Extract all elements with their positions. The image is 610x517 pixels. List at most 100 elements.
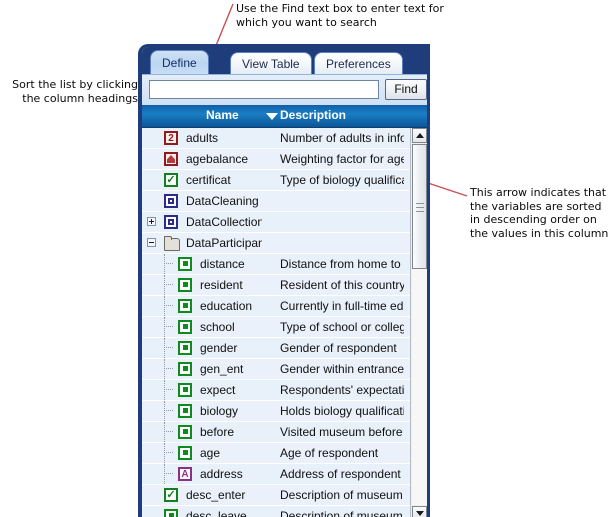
scale-icon-glyph — [167, 155, 175, 163]
tree-connector-icon — [164, 284, 173, 285]
nominal-icon — [178, 341, 192, 355]
chevron-up-icon — [416, 133, 424, 138]
nominal-icon — [178, 383, 192, 397]
table-row[interactable]: gender Gender of respondent — [142, 338, 410, 359]
scroll-down-button[interactable] — [412, 506, 427, 517]
table-row[interactable]: biology Holds biology qualification — [142, 401, 410, 422]
tab-preferences[interactable]: Preferences — [314, 52, 403, 74]
scrollbar-track[interactable] — [412, 144, 427, 505]
nominal-icon-glyph — [182, 282, 188, 287]
variable-description: Resident of this country — [280, 278, 404, 292]
variable-description: Description of museum - r — [280, 509, 404, 517]
table-row[interactable]: school Type of school or college — [142, 317, 410, 338]
scroll-up-button[interactable] — [412, 128, 427, 143]
find-button[interactable]: Find — [385, 79, 427, 100]
sort-descending-arrow-icon[interactable] — [266, 113, 278, 120]
variable-description: Currently in full-time educa — [280, 299, 404, 313]
module-icon — [164, 194, 178, 208]
variable-name: agebalance — [186, 152, 249, 166]
find-bar: Find — [142, 74, 427, 105]
variable-name: education — [200, 299, 253, 313]
find-input[interactable] — [149, 80, 379, 99]
variable-name: gen_ent — [200, 362, 244, 376]
table-row[interactable]: desc_leave Description of museum - r — [142, 506, 410, 517]
nominal-icon-glyph — [182, 408, 188, 413]
variable-name: expect — [200, 383, 236, 397]
variable-description: Type of biology qualificatio — [280, 173, 404, 187]
tab-strip: Define View Table Preferences — [142, 47, 427, 74]
table-row[interactable]: agebalance Weighting factor for age b — [142, 149, 410, 170]
nominal-icon-glyph — [182, 324, 188, 329]
variable-description: Description of museum - r — [280, 488, 404, 502]
variable-description: Distance from home to mu — [280, 257, 404, 271]
tree-connector-icon — [164, 305, 173, 306]
variable-name: address — [200, 467, 243, 481]
nominal-icon — [178, 425, 192, 439]
variable-description: Age of respondent — [280, 446, 379, 460]
checkbox-icon: ✓ — [164, 173, 178, 187]
column-header-name[interactable]: Name — [206, 108, 239, 122]
tree-connector-icon — [164, 410, 173, 411]
table-row[interactable]: DataCleaning — [142, 191, 410, 212]
annotation-find-hint: Use the Find text box to enter text for … — [236, 2, 444, 29]
table-row[interactable]: ✓ certificat Type of biology qualificatio — [142, 170, 410, 191]
tree-connector-icon — [164, 464, 165, 484]
string-icon: A — [178, 467, 192, 481]
nominal-icon-glyph — [182, 303, 188, 308]
tree-connector-icon — [164, 338, 165, 358]
nominal-icon — [178, 446, 192, 460]
table-row[interactable]: 2 adults Number of adults in inform — [142, 128, 410, 149]
scrollbar-thumb[interactable] — [412, 144, 427, 269]
variable-name: age — [200, 446, 221, 460]
tree-connector-icon — [164, 380, 165, 400]
collapse-node-icon[interactable] — [147, 238, 156, 247]
annotation-sort-arrow-hint: This arrow indicates that the variables … — [470, 186, 609, 240]
module-icon-glyph — [168, 198, 174, 204]
tree-connector-icon — [164, 473, 173, 474]
checkbox-icon: ✓ — [164, 488, 178, 502]
table-row[interactable]: DataCollection — [142, 212, 410, 233]
nominal-icon — [178, 320, 192, 334]
variable-description: Gender within entrance us — [280, 362, 404, 376]
nominal-icon-glyph — [182, 450, 188, 455]
table-row[interactable]: before Visited museum before — [142, 422, 410, 443]
table-row[interactable]: Aaddress Address of respondent — [142, 464, 410, 485]
variable-description: Address of respondent — [280, 467, 401, 481]
folder-icon — [164, 236, 180, 251]
variable-definition-window: Define View Table Preferences Find Name … — [138, 44, 430, 517]
nominal-icon — [164, 509, 178, 517]
table-row[interactable]: ✓ desc_enter Description of museum - r — [142, 485, 410, 506]
variable-name: DataCleaning — [186, 194, 259, 208]
table-row[interactable]: education Currently in full-time educa — [142, 296, 410, 317]
folder-icon-glyph — [164, 236, 180, 251]
scale-icon — [164, 152, 178, 166]
tab-view-table[interactable]: View Table — [230, 52, 312, 74]
nominal-icon-glyph — [168, 513, 174, 517]
tab-define[interactable]: Define — [150, 50, 209, 74]
scrollbar-grip-icon — [416, 203, 424, 212]
variable-description: Visited museum before — [280, 425, 403, 439]
vertical-scrollbar[interactable] — [410, 128, 427, 517]
table-row[interactable]: DataParticipant — [142, 233, 410, 254]
nominal-icon-glyph — [182, 387, 188, 392]
column-header-description[interactable]: Description — [280, 108, 346, 122]
tree-connector-icon — [164, 326, 173, 327]
table-row[interactable]: gen_ent Gender within entrance us — [142, 359, 410, 380]
variable-description: Holds biology qualification — [280, 404, 404, 418]
expand-node-icon[interactable] — [147, 217, 156, 226]
checkbox-icon-glyph: ✓ — [166, 174, 176, 186]
nominal-icon-glyph — [182, 429, 188, 434]
checkbox-icon-glyph: ✓ — [166, 489, 176, 501]
tree-connector-icon — [164, 368, 173, 369]
variable-name: desc_enter — [186, 488, 246, 502]
table-row[interactable]: resident Resident of this country — [142, 275, 410, 296]
module-icon — [164, 215, 178, 229]
nominal-icon-glyph — [182, 345, 188, 350]
table-row[interactable]: expect Respondents' expectation — [142, 380, 410, 401]
tree-connector-icon — [164, 275, 165, 295]
table-row[interactable]: age Age of respondent — [142, 443, 410, 464]
table-row[interactable]: distance Distance from home to mu — [142, 254, 410, 275]
variable-name: distance — [200, 257, 245, 271]
list-column-header: Name Description — [142, 105, 427, 128]
variable-description: Weighting factor for age b — [280, 152, 404, 166]
